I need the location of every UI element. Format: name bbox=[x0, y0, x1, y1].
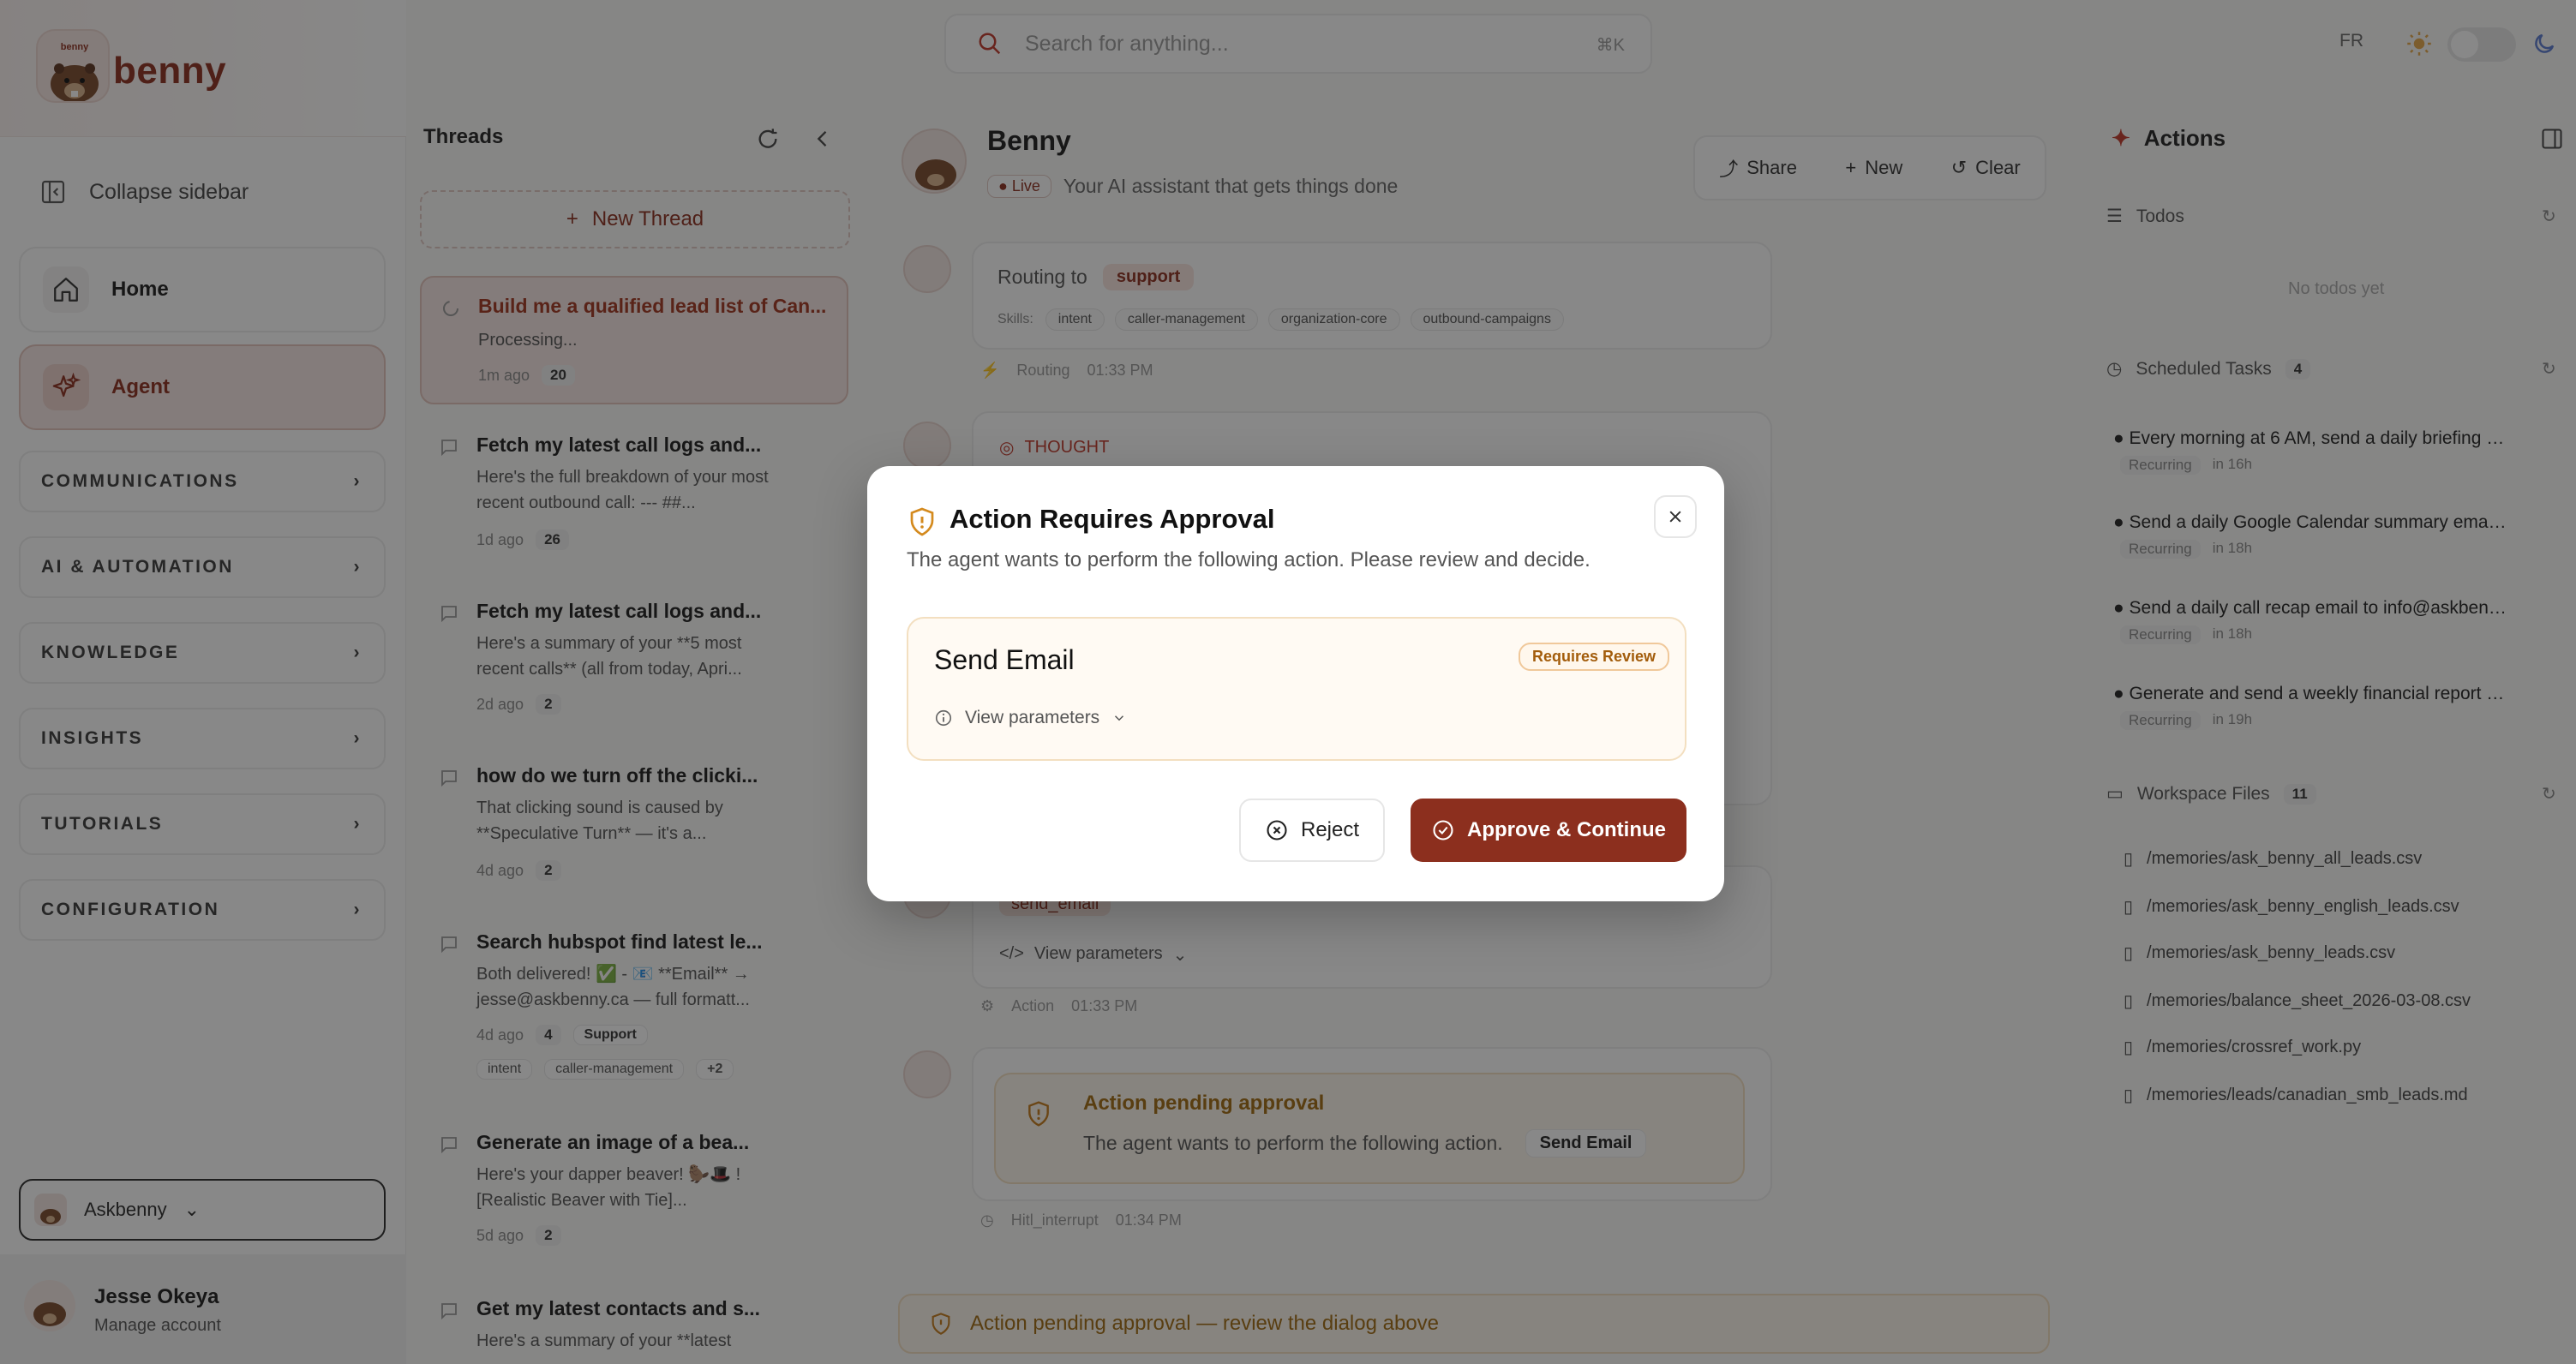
action-details-box: Send Email Requires Review View paramete… bbox=[907, 617, 1686, 761]
info-icon bbox=[935, 709, 952, 727]
close-icon bbox=[1669, 511, 1681, 523]
approve-continue-button[interactable]: Approve & Continue bbox=[1411, 799, 1686, 862]
action-name: Send Email bbox=[934, 644, 1075, 675]
view-parameters-label: View parameters bbox=[965, 708, 1100, 727]
view-parameters-toggle[interactable]: View parameters bbox=[934, 708, 1127, 728]
x-circle-icon bbox=[1267, 820, 1287, 841]
requires-review-badge: Requires Review bbox=[1519, 643, 1670, 671]
reject-button[interactable]: Reject bbox=[1239, 799, 1385, 862]
shield-alert-icon bbox=[907, 506, 938, 538]
chevron-down-icon bbox=[1115, 715, 1124, 721]
approval-dialog: Action Requires Approval The agent wants… bbox=[867, 466, 1724, 901]
close-button[interactable] bbox=[1654, 495, 1697, 538]
approve-label: Approve & Continue bbox=[1467, 818, 1666, 841]
check-circle-icon bbox=[1433, 820, 1453, 841]
dialog-title: Action Requires Approval bbox=[950, 504, 1275, 534]
dialog-subtitle: The agent wants to perform the following… bbox=[907, 548, 1591, 571]
reject-label: Reject bbox=[1300, 818, 1360, 841]
